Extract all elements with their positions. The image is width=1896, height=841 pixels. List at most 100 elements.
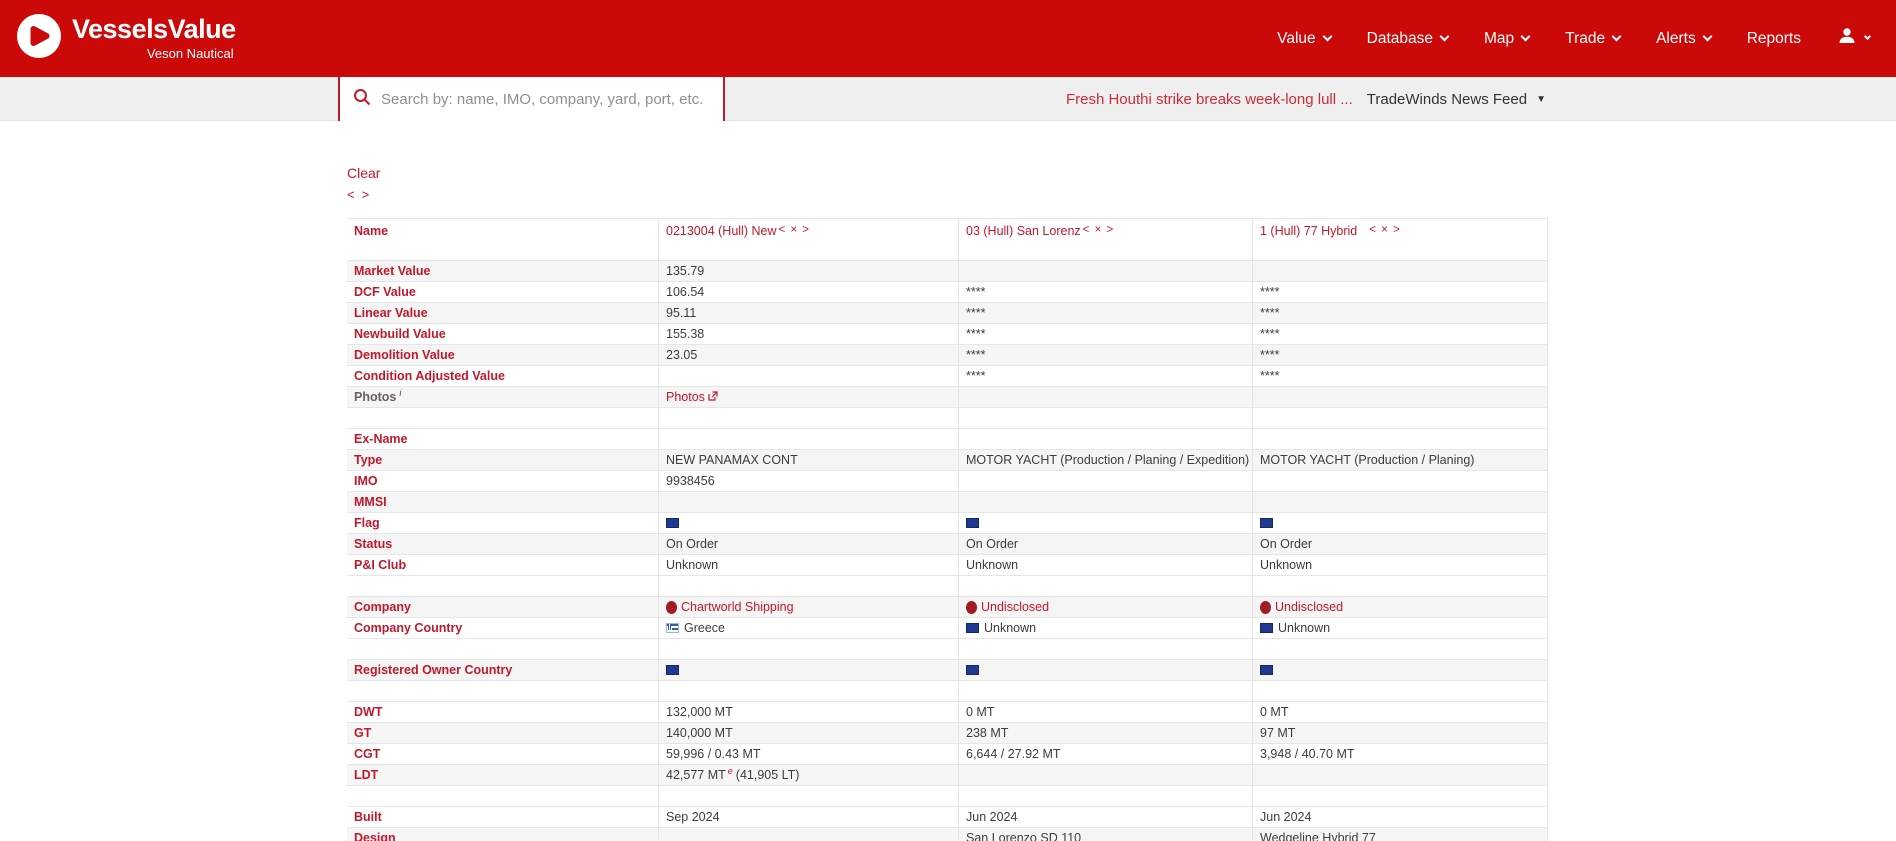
table-row: Company CountryGreeceUnknownUnknown — [347, 618, 1547, 639]
cell-empty — [958, 765, 1252, 785]
pager-prev-button[interactable]: < — [347, 187, 355, 202]
row-label: Registered Owner Country — [354, 663, 512, 677]
vessel-name-link[interactable]: 03 (Hull) San Lorenz — [966, 224, 1081, 238]
cell-value: 59,996 / 0.43 MT — [666, 747, 761, 761]
table-row: Condition Adjusted Value******** — [347, 366, 1547, 387]
table-body: Market Value135.79DCF Value106.54*******… — [347, 261, 1547, 841]
nav-item-map[interactable]: Map — [1484, 30, 1529, 48]
cell-empty — [1252, 786, 1548, 806]
flag-icon — [666, 665, 679, 675]
cell-empty — [1252, 681, 1548, 701]
news-headline-link[interactable]: Fresh Houthi strike breaks week-long lul… — [1066, 91, 1353, 108]
nav-item-trade[interactable]: Trade — [1565, 30, 1620, 48]
cell-value: 3,948 / 40.70 MT — [1260, 747, 1355, 761]
table-row: Ex-Name — [347, 429, 1547, 450]
company-link[interactable]: Undisclosed — [981, 600, 1049, 614]
company-link[interactable]: Chartworld Shipping — [681, 600, 794, 614]
row-label-cell: Linear Value — [347, 303, 658, 323]
brand-title: VesselsValue — [72, 16, 236, 43]
row-label-cell: LDT — [347, 765, 658, 785]
ldt-value-lt: (41,905 LT) — [736, 768, 800, 782]
nav-item-alerts[interactable]: Alerts — [1656, 30, 1711, 48]
cell-value: 238 MT — [966, 726, 1008, 740]
row-label: Type — [354, 453, 382, 467]
table-row: Market Value135.79 — [347, 261, 1547, 282]
cell-value: 9938456 — [666, 474, 715, 488]
nav-item-label: Map — [1484, 30, 1514, 48]
row-label-cell: IMO — [347, 471, 658, 491]
table-row: PhotosiPhotos — [347, 387, 1547, 408]
flag-icon — [1260, 518, 1273, 528]
estimate-sup: e — [728, 766, 733, 776]
photos-link[interactable]: Photos — [666, 390, 718, 404]
cell-empty — [958, 681, 1252, 701]
country-flag-icon — [1260, 623, 1273, 633]
row-label-cell: DCF Value — [347, 282, 658, 302]
nav-item-value[interactable]: Value — [1277, 30, 1331, 48]
info-sup-icon: i — [399, 388, 401, 398]
vessel-controls[interactable]: < × > — [778, 224, 810, 236]
nav-user-menu[interactable] — [1837, 26, 1870, 51]
vessel-controls[interactable]: < × > — [1083, 224, 1115, 236]
vessel-name-link[interactable]: 0213004 (Hull) New — [666, 224, 776, 238]
row-label-cell: Company Country — [347, 618, 658, 638]
row-label: Ex-Name — [354, 432, 408, 446]
nav-item-reports[interactable]: Reports — [1747, 30, 1801, 48]
table-row: LDT 42,577 MTe(41,905 LT) — [347, 765, 1547, 786]
table-row: DWT132,000 MT0 MT0 MT — [347, 702, 1547, 723]
cell-value: **** — [966, 327, 985, 341]
spacer-row — [347, 576, 1547, 597]
company-link[interactable]: Undisclosed — [1275, 600, 1343, 614]
spacer-row — [347, 681, 1547, 702]
cell-empty — [658, 786, 958, 806]
ldt-value: 42,577 MT — [666, 768, 726, 782]
cell-value: 155.38 — [666, 327, 704, 341]
nav-item-database[interactable]: Database — [1367, 30, 1448, 48]
cell-value: NEW PANAMAX CONT — [666, 453, 798, 467]
search-box[interactable] — [338, 77, 725, 121]
flag-icon — [966, 518, 979, 528]
cell-value: **** — [966, 348, 985, 362]
newsfeed-label: TradeWinds News Feed — [1367, 91, 1527, 108]
table-row: MMSI — [347, 492, 1547, 513]
newsfeed-dropdown[interactable]: TradeWinds News Feed ▼ — [1367, 91, 1546, 108]
row-label-cell — [347, 681, 658, 701]
vessel-name-link[interactable]: 1 (Hull) 77 Hybrid — [1260, 224, 1357, 238]
cell-empty — [1252, 471, 1548, 491]
cell-value: 95.11 — [666, 306, 696, 320]
table-row: DCF Value106.54******** — [347, 282, 1547, 303]
table-row: CGT59,996 / 0.43 MT6,644 / 27.92 MT3,948… — [347, 744, 1547, 765]
country-flag-icon — [666, 623, 679, 633]
cell-value: 97 MT — [1260, 726, 1295, 740]
photos-link-label: Photos — [666, 390, 705, 404]
cell-empty — [958, 261, 1252, 281]
row-label-cell: GT — [347, 723, 658, 743]
brand-logo[interactable]: VesselsValue Veson Nautical — [16, 13, 236, 64]
row-label-cell — [347, 408, 658, 428]
pager-next-button[interactable]: > — [362, 187, 370, 202]
row-label-cell: Market Value — [347, 261, 658, 281]
cell-empty — [1252, 387, 1548, 407]
row-label: DCF Value — [354, 285, 416, 299]
cell-value: **** — [966, 285, 985, 299]
app-header: VesselsValue Veson Nautical Value Databa… — [0, 0, 1896, 77]
clear-button[interactable]: Clear — [347, 165, 380, 181]
cell-value: **** — [1260, 306, 1279, 320]
chevron-down-icon — [1521, 32, 1531, 42]
cell-empty — [658, 681, 958, 701]
vessel-controls[interactable]: < × > — [1369, 224, 1401, 236]
cell-empty — [658, 429, 958, 449]
row-label-cell: Design — [347, 828, 658, 841]
nav-item-label: Alerts — [1656, 30, 1696, 48]
cell-empty — [1252, 765, 1548, 785]
row-label-cell — [347, 576, 658, 596]
country-name: Greece — [684, 621, 725, 635]
chevron-down-icon — [1440, 32, 1450, 42]
cell-value: Sep 2024 — [666, 810, 720, 824]
cell-empty — [958, 471, 1252, 491]
table-row: GT140,000 MT238 MT97 MT — [347, 723, 1547, 744]
search-input[interactable] — [381, 91, 723, 108]
cell-empty — [958, 408, 1252, 428]
country-name: Unknown — [984, 621, 1036, 635]
flag-icon — [966, 665, 979, 675]
